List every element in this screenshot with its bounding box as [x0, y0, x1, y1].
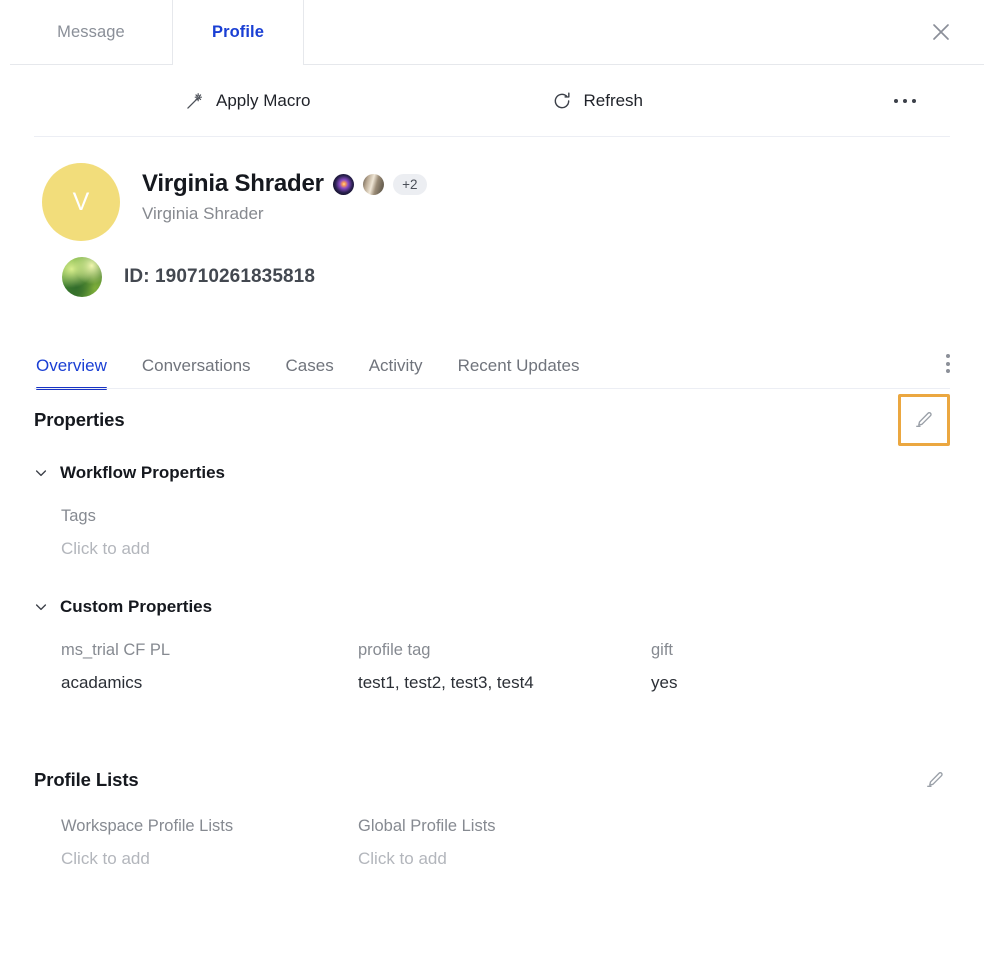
profile-photo-thumbnail[interactable] — [62, 257, 102, 297]
window-tab-profile-label: Profile — [211, 23, 265, 41]
field-gift: gift yes — [651, 641, 851, 693]
profile-subtitle: Virginia Shrader — [142, 204, 264, 223]
close-button[interactable] — [924, 15, 958, 49]
refresh-button[interactable]: Refresh — [552, 91, 643, 111]
refresh-icon — [555, 92, 571, 109]
window-tab-message-label: Message — [57, 22, 125, 41]
group-custom-properties-label: Custom Properties — [60, 597, 213, 616]
field-profile-tag-label: profile tag — [358, 641, 431, 659]
refresh-label: Refresh — [583, 91, 644, 110]
field-workspace-profile-lists: Workspace Profile Lists Click to add — [61, 817, 358, 869]
tab-overview-label: Overview — [36, 356, 107, 375]
tab-conversations-label: Conversations — [141, 356, 251, 375]
profile-lists-edit-button[interactable] — [920, 765, 950, 795]
field-global-profile-lists-label: Global Profile Lists — [358, 817, 496, 835]
properties-body: Properties Workflow Properties Tags Clic… — [0, 389, 984, 869]
linked-channel-avatar-1[interactable] — [332, 173, 354, 195]
profile-name-row: Virginia Shrader +2 — [142, 170, 427, 198]
close-icon — [933, 24, 949, 40]
profile-id-row: ID: 190710261835818 — [0, 257, 984, 297]
window-tab-profile[interactable]: Profile — [173, 0, 304, 65]
chevron-down-icon — [34, 466, 48, 480]
section-tabs-overflow-button[interactable] — [946, 354, 950, 389]
group-workflow-properties[interactable]: Workflow Properties — [34, 463, 950, 483]
field-ms-trial-cf-pl: ms_trial CF PL acadamics — [61, 641, 358, 693]
field-global-profile-lists: Global Profile Lists Click to add — [358, 817, 651, 869]
apply-macro-button[interactable]: Apply Macro — [185, 91, 310, 111]
apply-macro-label: Apply Macro — [216, 91, 311, 110]
field-gift-value[interactable]: yes — [651, 673, 851, 693]
profile-header: V Virginia Shrader +2 Virginia Shrader — [0, 137, 984, 241]
action-bar-divider — [34, 136, 950, 137]
field-tags: Tags Click to add — [61, 507, 358, 559]
properties-header: Properties — [34, 389, 950, 451]
pencil-edit-icon — [927, 772, 943, 788]
section-tabs-divider — [34, 388, 950, 389]
tab-overview[interactable]: Overview — [36, 356, 107, 390]
field-workspace-profile-lists-label: Workspace Profile Lists — [61, 817, 234, 835]
avatar[interactable]: V — [42, 163, 120, 241]
section-tabs: Overview Conversations Cases Activity Re… — [0, 337, 984, 390]
tab-activity-label: Activity — [368, 356, 423, 375]
field-tags-value[interactable]: Click to add — [61, 539, 358, 559]
window-tab-filler — [304, 0, 984, 65]
tab-cases[interactable]: Cases — [286, 356, 334, 389]
action-bar: Apply Macro Refresh — [0, 65, 984, 137]
profile-name-block: Virginia Shrader +2 Virginia Shrader — [142, 163, 427, 241]
tab-recent-updates-label: Recent Updates — [457, 356, 580, 375]
window-tab-strip: Message Profile — [0, 0, 984, 65]
tab-cases-label: Cases — [285, 356, 334, 375]
tab-conversations[interactable]: Conversations — [142, 356, 251, 389]
profile-lists-fields: Workspace Profile Lists Click to add Glo… — [34, 817, 950, 869]
magic-wand-icon — [187, 93, 203, 109]
properties-title: Properties — [34, 409, 125, 430]
more-horizontal-icon — [893, 98, 898, 104]
field-profile-tag-value[interactable]: test1, test2, test3, test4 — [358, 673, 651, 693]
profile-lists-title: Profile Lists — [34, 769, 139, 790]
pencil-edit-icon — [916, 412, 932, 428]
avatar-initial: V — [72, 187, 90, 216]
field-gift-label: gift — [651, 641, 674, 659]
action-overflow-button[interactable] — [888, 93, 923, 110]
profile-lists-header: Profile Lists — [34, 765, 950, 795]
tab-activity[interactable]: Activity — [369, 356, 423, 389]
field-global-profile-lists-value[interactable]: Click to add — [358, 849, 651, 869]
group-custom-properties[interactable]: Custom Properties — [34, 597, 950, 617]
window-tab-message[interactable]: Message — [10, 0, 173, 65]
properties-edit-button[interactable] — [898, 394, 950, 446]
workflow-properties-fields: Tags Click to add — [34, 507, 950, 559]
tab-recent-updates[interactable]: Recent Updates — [458, 356, 580, 389]
group-workflow-properties-label: Workflow Properties — [60, 463, 225, 482]
linked-channel-avatar-2[interactable] — [362, 173, 384, 195]
field-ms-trial-cf-pl-value[interactable]: acadamics — [61, 673, 358, 693]
page-title: Virginia Shrader — [142, 170, 324, 197]
field-workspace-profile-lists-value[interactable]: Click to add — [61, 849, 358, 869]
profile-lists-section: Profile Lists Workspace Profile Lists Cl… — [34, 765, 950, 869]
chevron-down-icon — [34, 600, 48, 614]
profile-id-label: ID: 190710261835818 — [124, 266, 316, 287]
field-profile-tag: profile tag test1, test2, test3, test4 — [358, 641, 651, 693]
linked-channel-more-badge[interactable]: +2 — [392, 173, 427, 195]
field-tags-label: Tags — [61, 507, 96, 525]
custom-properties-fields: ms_trial CF PL acadamics profile tag tes… — [34, 641, 950, 693]
more-vertical-icon — [946, 354, 950, 358]
field-ms-trial-cf-pl-label: ms_trial CF PL — [61, 641, 171, 659]
